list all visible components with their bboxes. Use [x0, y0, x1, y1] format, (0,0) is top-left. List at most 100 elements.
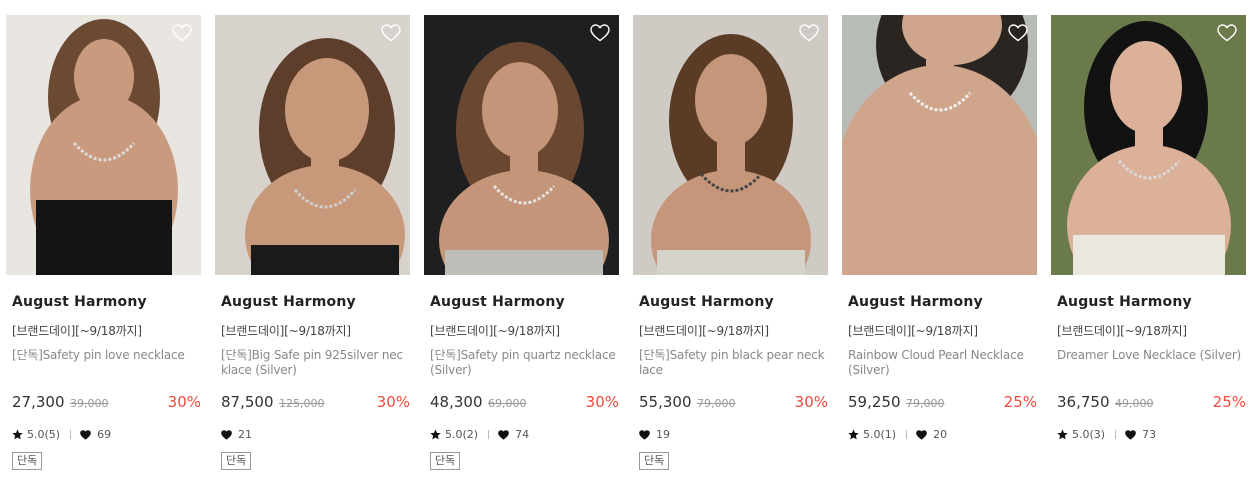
price-row: 59,250 79,000 25%: [848, 393, 1037, 413]
review-stats: 21: [221, 427, 252, 441]
star-icon: [848, 428, 859, 441]
review-stats: 5.0(2) 74: [430, 427, 529, 441]
product-card[interactable]: August Harmony [브랜드데이][~9/18까지] Rainbow Cl…: [842, 15, 1037, 475]
sale-price: 27,300: [12, 393, 65, 411]
product-grid: August Harmony [브랜드데이][~9/18까지] [단독]Safety…: [6, 15, 1246, 475]
exclusive-badge: 단독: [12, 452, 43, 470]
rating-text: 5.0(3): [1072, 427, 1106, 441]
product-name[interactable]: Dreamer Love Necklace (Silver): [1057, 348, 1243, 363]
sale-price: 87,500: [221, 393, 274, 411]
like-count: 69: [97, 427, 112, 441]
product-card[interactable]: August Harmony [브랜드데이][~9/18까지] [단독]Safety…: [424, 15, 619, 475]
divider: [1115, 429, 1117, 439]
product-image[interactable]: [842, 15, 1037, 275]
model-photo: [424, 15, 619, 275]
discount-rate: 30%: [794, 393, 828, 411]
original-price: 79,000: [697, 397, 736, 410]
promo-label: [브랜드데이][~9/18까지]: [12, 324, 142, 338]
brand-name[interactable]: August Harmony: [1057, 294, 1192, 310]
exclusive-badge: 단독: [430, 452, 461, 470]
product-name[interactable]: [단독]Big Safe pin 925silver necklace (Sil…: [221, 348, 407, 378]
wishlist-heart-icon[interactable]: [1217, 24, 1237, 42]
model-photo: [1051, 15, 1246, 275]
product-name[interactable]: [단독]Safety pin love necklace: [12, 348, 198, 363]
promo-label: [브랜드데이][~9/18까지]: [1057, 324, 1187, 338]
like-count: 73: [1142, 427, 1157, 441]
product-card[interactable]: August Harmony [브랜드데이][~9/18까지] Dreamer Lo…: [1051, 15, 1246, 475]
wishlist-heart-icon[interactable]: [799, 24, 819, 42]
wishlist-heart-icon[interactable]: [590, 24, 610, 42]
original-price: 125,000: [279, 397, 325, 410]
heart-filled-icon: [639, 428, 650, 441]
price-row: 55,300 79,000 30%: [639, 393, 828, 413]
product-image[interactable]: [6, 15, 201, 275]
model-photo: [215, 15, 410, 275]
exclusive-badge: 단독: [639, 452, 670, 470]
discount-rate: 30%: [585, 393, 619, 411]
review-stats: 19: [639, 427, 670, 441]
heart-filled-icon: [1125, 428, 1136, 441]
brand-name[interactable]: August Harmony: [12, 294, 147, 310]
star-icon: [430, 428, 441, 441]
heart-filled-icon: [80, 428, 91, 441]
exclusive-badge: 단독: [221, 452, 252, 470]
price-row: 87,500 125,000 30%: [221, 393, 410, 413]
heart-filled-icon: [498, 428, 509, 441]
promo-label: [브랜드데이][~9/18까지]: [221, 324, 351, 338]
model-photo: [633, 15, 828, 275]
review-stats: 5.0(3) 73: [1057, 427, 1156, 441]
brand-name[interactable]: August Harmony: [221, 294, 356, 310]
divider: [488, 429, 490, 439]
product-name[interactable]: Rainbow Cloud Pearl Necklace (Silver): [848, 348, 1034, 378]
discount-rate: 30%: [167, 393, 201, 411]
product-card[interactable]: August Harmony [브랜드데이][~9/18까지] [단독]Big Sa…: [215, 15, 410, 475]
sale-price: 55,300: [639, 393, 692, 411]
promo-label: [브랜드데이][~9/18까지]: [639, 324, 769, 338]
product-image[interactable]: [215, 15, 410, 275]
product-card[interactable]: August Harmony [브랜드데이][~9/18까지] [단독]Safety…: [6, 15, 201, 475]
wishlist-heart-icon[interactable]: [1008, 24, 1028, 42]
original-price: 39,000: [70, 397, 109, 410]
heart-filled-icon: [916, 428, 927, 441]
brand-name[interactable]: August Harmony: [848, 294, 983, 310]
like-count: 21: [238, 427, 252, 441]
product-name[interactable]: [단독]Safety pin black pear necklace: [639, 348, 825, 378]
original-price: 79,000: [906, 397, 945, 410]
wishlist-heart-icon[interactable]: [381, 24, 401, 42]
sale-price: 59,250: [848, 393, 901, 411]
like-count: 74: [515, 427, 530, 441]
price-row: 27,300 39,000 30%: [12, 393, 201, 413]
price-row: 48,300 69,000 30%: [430, 393, 619, 413]
product-name[interactable]: [단독]Safety pin quartz necklace (Silver): [430, 348, 616, 378]
sale-price: 36,750: [1057, 393, 1110, 411]
wishlist-heart-icon[interactable]: [172, 24, 192, 42]
brand-name[interactable]: August Harmony: [430, 294, 565, 310]
original-price: 69,000: [488, 397, 527, 410]
promo-label: [브랜드데이][~9/18까지]: [848, 324, 978, 338]
product-image[interactable]: [424, 15, 619, 275]
product-image[interactable]: [633, 15, 828, 275]
sale-price: 48,300: [430, 393, 483, 411]
rating-text: 5.0(5): [27, 427, 61, 441]
brand-name[interactable]: August Harmony: [639, 294, 774, 310]
divider: [906, 429, 908, 439]
model-photo: [6, 15, 201, 275]
star-icon: [12, 428, 23, 441]
product-card[interactable]: August Harmony [브랜드데이][~9/18까지] [단독]Safety…: [633, 15, 828, 475]
discount-rate: 25%: [1003, 393, 1037, 411]
divider: [70, 429, 72, 439]
heart-filled-icon: [221, 428, 232, 441]
like-count: 20: [933, 427, 948, 441]
promo-label: [브랜드데이][~9/18까지]: [430, 324, 560, 338]
rating-text: 5.0(2): [445, 427, 479, 441]
original-price: 49,000: [1115, 397, 1154, 410]
review-stats: 5.0(5) 69: [12, 427, 111, 441]
like-count: 19: [656, 427, 670, 441]
product-image[interactable]: [1051, 15, 1246, 275]
discount-rate: 30%: [376, 393, 410, 411]
star-icon: [1057, 428, 1068, 441]
discount-rate: 25%: [1212, 393, 1246, 411]
review-stats: 5.0(1) 20: [848, 427, 947, 441]
model-photo: [842, 15, 1037, 275]
rating-text: 5.0(1): [863, 427, 897, 441]
